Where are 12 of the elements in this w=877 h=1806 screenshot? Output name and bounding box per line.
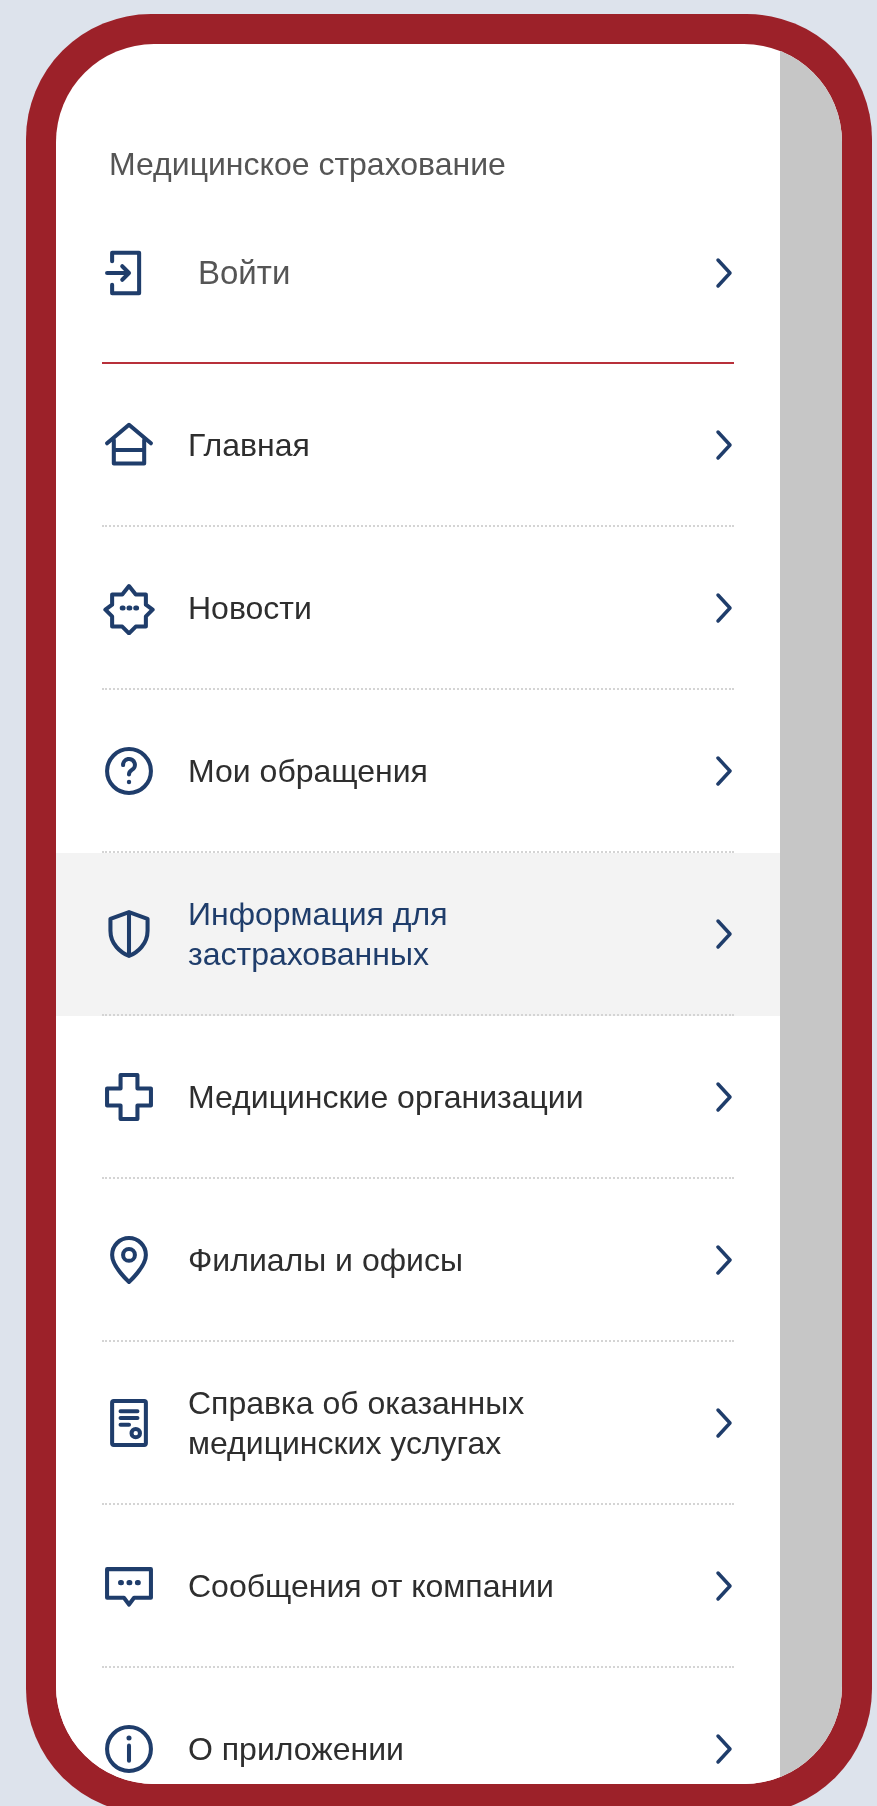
chevron-right-icon [714,1405,734,1440]
chevron-right-icon [714,916,734,951]
chevron-right-icon [714,256,734,290]
chevron-right-icon [714,1242,734,1277]
chevron-right-icon [714,590,734,625]
chevron-right-icon [714,1079,734,1114]
chevron-right-icon [714,1731,734,1766]
menu-title: Медицинское страхование [108,145,507,184]
chevron-right-icon [714,753,734,788]
chevron-right-icon [714,1568,734,1603]
menu-item[interactable]: Информация для застрахованных [56,853,780,1016]
chevron-right-icon [714,427,734,462]
